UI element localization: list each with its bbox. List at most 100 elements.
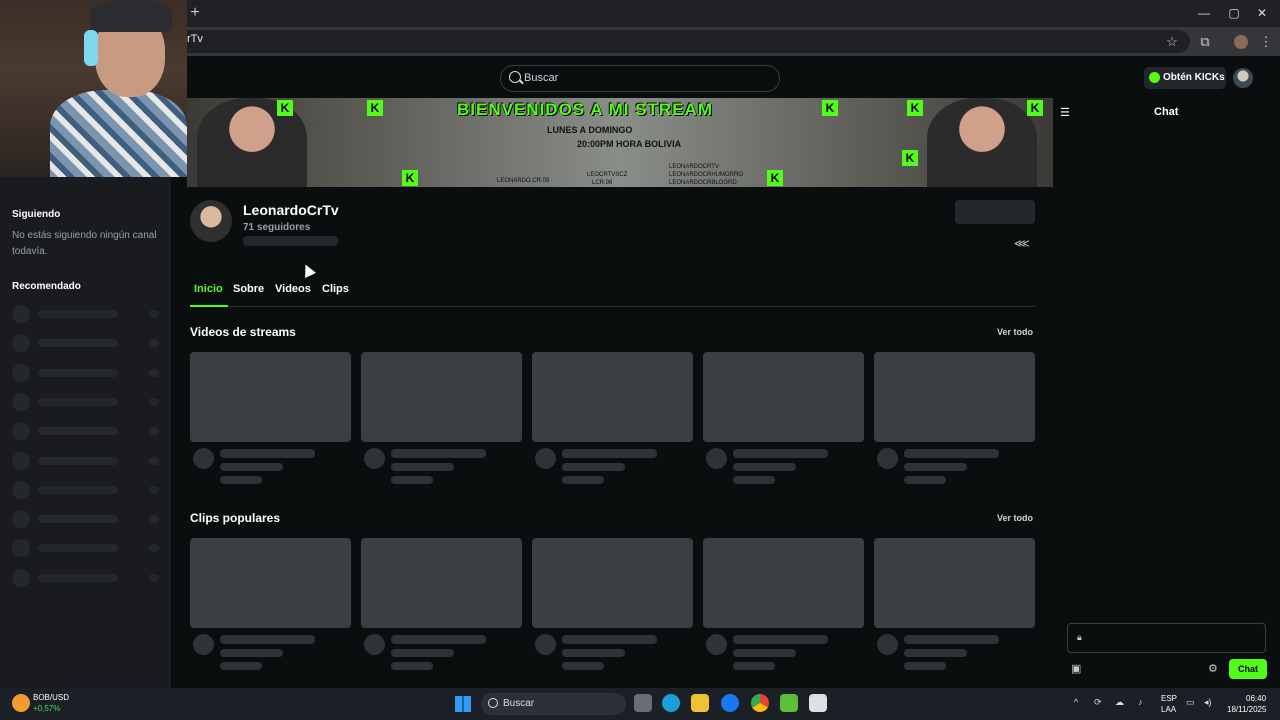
recommended-skeleton-row xyxy=(12,392,162,411)
following-empty-text: No estás siguiendo ningún canal todavía. xyxy=(12,230,157,257)
avatar-skeleton xyxy=(364,634,385,655)
task-view-icon[interactable] xyxy=(634,694,652,712)
search-input[interactable]: Buscar xyxy=(500,65,780,92)
tab-videos[interactable]: Videos xyxy=(275,283,311,295)
text-skeleton xyxy=(904,463,967,471)
clock-date[interactable]: 18/11/2025 xyxy=(1227,705,1266,714)
chevron-up-icon[interactable]: ^ xyxy=(1074,697,1078,707)
avatar-skeleton xyxy=(12,451,30,470)
video-card-skeleton[interactable] xyxy=(532,538,693,628)
video-card-skeleton[interactable] xyxy=(532,352,693,442)
recommended-skeleton-row xyxy=(12,451,162,470)
banner-person-right xyxy=(927,98,1037,187)
video-card-skeleton[interactable] xyxy=(703,352,864,442)
currency-pair[interactable]: BOB/USD xyxy=(33,693,69,702)
file-explorer-icon[interactable] xyxy=(691,694,709,712)
video-card-skeleton[interactable] xyxy=(874,352,1035,442)
following-title: Siguiendo xyxy=(12,209,61,220)
gear-icon[interactable]: ⚙ xyxy=(1208,662,1220,675)
extensions-icon[interactable]: ⧉ xyxy=(1197,34,1213,50)
new-tab-button[interactable]: + xyxy=(188,4,202,22)
video-card-skeleton[interactable] xyxy=(703,538,864,628)
banner-tiktok-2: LCR.98 xyxy=(592,180,613,186)
channel-banner: K K K K K K K K BIENVENIDOS A MI STREAM … xyxy=(187,98,1053,187)
chat-send-button[interactable]: Chat xyxy=(1229,659,1267,679)
close-button[interactable]: ✕ xyxy=(1252,5,1272,21)
follow-button-skeleton[interactable] xyxy=(955,200,1035,224)
collapse-chat-icon[interactable]: ☰ xyxy=(1060,106,1074,119)
kick-logo: K xyxy=(767,170,783,186)
store-icon[interactable]: ▣ xyxy=(1071,662,1083,675)
chrome-icon[interactable] xyxy=(751,694,769,712)
app-icon-2[interactable] xyxy=(809,694,827,712)
tab-sobre[interactable]: Sobre xyxy=(233,283,264,295)
text-skeleton xyxy=(38,310,118,318)
windows-start-icon[interactable] xyxy=(455,696,471,712)
count-skeleton xyxy=(149,456,159,465)
text-skeleton xyxy=(391,449,486,458)
webcam-person-body xyxy=(50,90,187,177)
banner-hour: 20:00PM HORA BOLIVIA xyxy=(577,139,682,149)
profile-avatar[interactable] xyxy=(1234,35,1248,49)
mic-icon[interactable]: ♪ xyxy=(1138,697,1143,707)
facebook-icon[interactable] xyxy=(721,694,739,712)
count-skeleton xyxy=(149,544,159,553)
tab-inicio[interactable]: Inicio xyxy=(194,283,223,295)
taskbar-search[interactable]: Buscar xyxy=(481,693,626,715)
avatar-skeleton xyxy=(12,363,30,382)
video-card-skeleton[interactable] xyxy=(190,352,351,442)
address-text[interactable]: rTv xyxy=(187,33,203,45)
text-skeleton xyxy=(562,449,657,458)
video-card-skeleton[interactable] xyxy=(874,538,1035,628)
weather-icon[interactable] xyxy=(12,694,30,712)
taskbar-search-placeholder: Buscar xyxy=(503,698,535,709)
keyboard-layout-label[interactable]: LAA xyxy=(1161,705,1176,714)
star-icon[interactable]: ☆ xyxy=(1164,34,1180,50)
maximize-button[interactable]: ▢ xyxy=(1224,5,1244,21)
get-kicks-button[interactable]: Obtén KICKs xyxy=(1144,67,1226,89)
search-icon xyxy=(488,698,498,708)
text-skeleton xyxy=(562,662,604,670)
count-skeleton xyxy=(149,515,159,524)
text-skeleton xyxy=(38,456,118,465)
tab-clips[interactable]: Clips xyxy=(322,283,349,295)
browser-toolbar: rTv ☆ ⧉ ⋮ xyxy=(0,27,1280,56)
avatar-skeleton xyxy=(12,422,30,441)
text-skeleton xyxy=(220,635,315,644)
volume-icon[interactable]: ◂) xyxy=(1204,697,1212,708)
text-skeleton xyxy=(220,649,283,657)
language-label[interactable]: ESP xyxy=(1161,694,1177,703)
avatar-skeleton xyxy=(12,334,30,353)
user-avatar[interactable] xyxy=(1233,68,1253,88)
clock-time[interactable]: 06:40 xyxy=(1246,694,1266,703)
text-skeleton xyxy=(562,649,625,657)
video-card-skeleton[interactable] xyxy=(361,352,522,442)
share-icon[interactable]: ⋘ xyxy=(1014,237,1030,251)
text-skeleton xyxy=(904,635,999,644)
channel-avatar[interactable] xyxy=(190,200,232,242)
minimize-button[interactable]: — xyxy=(1194,5,1214,21)
browser-tab-bar: + — ▢ ✕ xyxy=(0,0,1280,27)
recommended-skeleton-row xyxy=(12,568,162,587)
address-bar[interactable] xyxy=(170,30,1190,53)
kick-logo: K xyxy=(1027,100,1043,116)
app-icon[interactable] xyxy=(780,694,798,712)
network-icon[interactable]: ▭ xyxy=(1186,697,1195,708)
text-skeleton xyxy=(733,463,796,471)
kick-logo: K xyxy=(907,100,923,116)
text-skeleton xyxy=(38,427,118,436)
chat-input[interactable] xyxy=(1067,623,1266,653)
menu-icon[interactable]: ⋮ xyxy=(1258,34,1274,50)
currency-change: +0,57% xyxy=(33,704,61,713)
video-card-skeleton[interactable] xyxy=(190,538,351,628)
edge-icon[interactable] xyxy=(662,694,680,712)
text-skeleton xyxy=(391,662,433,670)
streams-see-all-link[interactable]: Ver todo xyxy=(997,327,1033,337)
clips-see-all-link[interactable]: Ver todo xyxy=(997,513,1033,523)
text-skeleton xyxy=(904,449,999,458)
recommended-title: Recomendado xyxy=(12,281,81,292)
sync-icon[interactable]: ⟳ xyxy=(1094,697,1102,708)
count-skeleton xyxy=(149,339,159,348)
video-card-skeleton[interactable] xyxy=(361,538,522,628)
cloud-icon[interactable]: ☁ xyxy=(1115,697,1124,708)
